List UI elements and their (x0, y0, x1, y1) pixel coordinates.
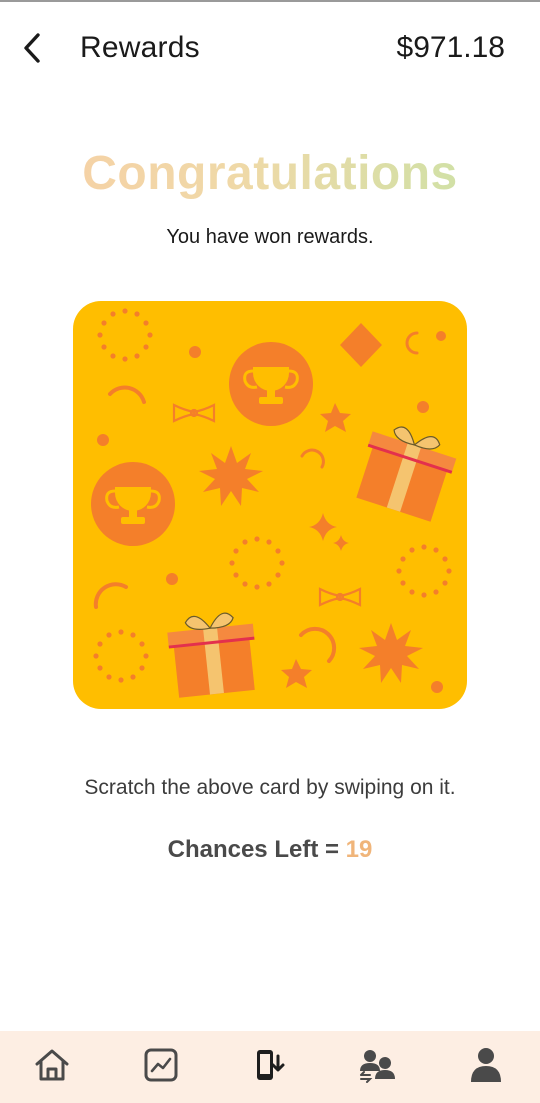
sparkle-icon (333, 535, 349, 551)
chart-icon (143, 1047, 179, 1088)
dotted-ring (229, 536, 285, 590)
gift-box-icon (356, 426, 457, 522)
scratch-card[interactable] (73, 301, 467, 709)
confetti-dot (417, 401, 429, 413)
nav-rewards[interactable] (250, 1047, 290, 1087)
arc-decoration (108, 385, 146, 404)
arc-decoration (93, 582, 128, 609)
trophy-medal-icon (91, 462, 175, 546)
trophy-medal-icon (229, 342, 313, 426)
bottom-navigation (0, 1031, 540, 1103)
congratulations-heading: Congratulations (0, 146, 540, 201)
crescent-icon (405, 331, 419, 355)
phone-download-icon (254, 1047, 286, 1088)
star-icon (281, 659, 312, 688)
confetti-dot (431, 681, 443, 693)
home-icon (33, 1047, 71, 1088)
top-divider (0, 0, 540, 2)
diamond-icon (340, 323, 382, 367)
transfer-people-icon (358, 1047, 396, 1088)
dotted-ring (93, 629, 149, 683)
profile-icon (468, 1046, 504, 1089)
arc-decoration (299, 626, 337, 663)
scratch-instruction: Scratch the above card by swiping on it. (84, 776, 456, 799)
confetti-dot (97, 434, 109, 446)
bow-icon (172, 403, 216, 423)
arc-decoration (300, 448, 325, 469)
bow-icon (318, 587, 362, 607)
app-header: Rewards $971.18 (0, 18, 540, 84)
sparkle-icon (309, 513, 337, 541)
wallet-balance: $971.18 (396, 31, 505, 64)
chevron-left-icon (22, 32, 42, 69)
nav-transfer[interactable] (357, 1047, 397, 1087)
confetti-dot (189, 346, 201, 358)
chances-left-label: Chances Left = (167, 836, 346, 863)
back-button[interactable] (14, 32, 50, 68)
gift-box-icon (167, 612, 255, 698)
chances-left-count: 19 (345, 836, 373, 863)
dotted-ring (396, 544, 452, 598)
rewards-subtitle: You have won rewards. (166, 226, 374, 248)
nav-profile[interactable] (466, 1047, 506, 1087)
scratch-card-pattern (91, 308, 457, 698)
confetti-dot (166, 573, 178, 585)
nav-home[interactable] (32, 1047, 72, 1087)
dotted-ring (97, 308, 153, 362)
page-title: Rewards (80, 31, 200, 64)
burst-icon (359, 623, 423, 683)
burst-icon (199, 446, 263, 506)
nav-statistics[interactable] (141, 1047, 181, 1087)
confetti-dot (436, 331, 446, 341)
chances-left: Chances Left = 19 (0, 836, 540, 864)
star-icon (320, 403, 351, 432)
